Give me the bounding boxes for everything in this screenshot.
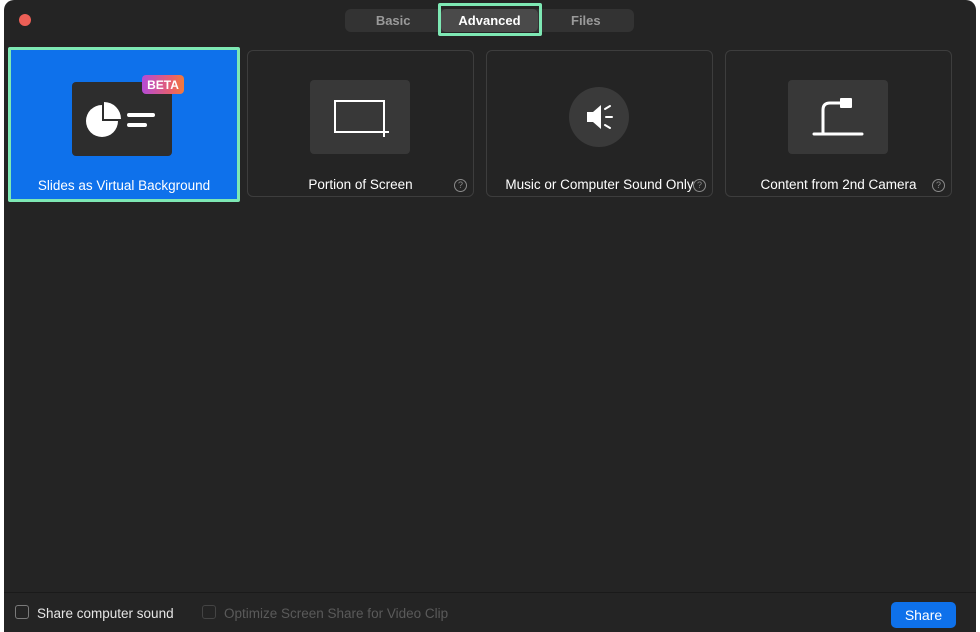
tab-advanced[interactable]: Advanced xyxy=(441,9,538,32)
card-label: Content from 2nd Camera xyxy=(760,177,917,192)
card-label: Slides as Virtual Background xyxy=(37,178,211,193)
card-second-camera[interactable]: Content from 2nd Camera ? xyxy=(725,50,952,197)
share-button[interactable]: Share xyxy=(891,602,956,628)
beta-badge: BETA xyxy=(142,75,184,94)
tab-basic[interactable]: Basic xyxy=(345,9,441,32)
help-icon[interactable]: ? xyxy=(693,179,706,192)
close-window-button[interactable] xyxy=(19,14,31,26)
share-tabs: Basic Advanced Files xyxy=(345,9,634,32)
bottom-bar: Share computer sound Optimize Screen Sha… xyxy=(4,592,976,632)
document-camera-icon xyxy=(788,80,888,154)
optimize-video-label: Optimize Screen Share for Video Clip xyxy=(224,606,449,621)
share-screen-window: Basic Advanced Files BETA Slides as Virt… xyxy=(4,0,976,632)
portion-of-screen-icon xyxy=(310,80,410,154)
help-icon[interactable]: ? xyxy=(932,179,945,192)
speaker-icon xyxy=(549,80,649,154)
help-icon[interactable]: ? xyxy=(454,179,467,192)
tab-files[interactable]: Files xyxy=(538,9,634,32)
share-sound-label[interactable]: Share computer sound xyxy=(37,606,174,621)
card-label: Music or Computer Sound Only xyxy=(505,177,694,192)
card-computer-sound-only[interactable]: Music or Computer Sound Only ? xyxy=(486,50,713,197)
optimize-video-checkbox[interactable] xyxy=(202,605,216,619)
share-sound-checkbox[interactable] xyxy=(15,605,29,619)
card-portion-of-screen[interactable]: Portion of Screen ? xyxy=(247,50,474,197)
card-label: Portion of Screen xyxy=(308,177,413,192)
card-slides-virtual-background[interactable]: BETA Slides as Virtual Background xyxy=(8,47,240,202)
